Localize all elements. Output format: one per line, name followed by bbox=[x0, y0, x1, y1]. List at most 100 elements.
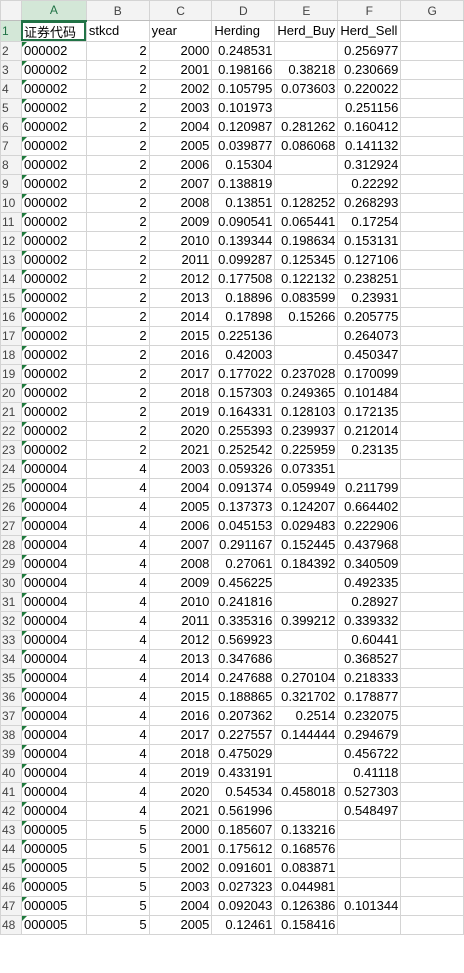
cell-e[interactable]: 0.086068 bbox=[274, 135, 339, 156]
cell-d[interactable]: 0.137373 bbox=[211, 496, 276, 517]
cell-c[interactable]: 2003 bbox=[148, 876, 213, 897]
cell-a[interactable]: 000002 bbox=[20, 154, 87, 175]
cell-a[interactable]: 000004 bbox=[20, 458, 87, 479]
cell-a[interactable]: 000002 bbox=[20, 230, 87, 251]
cell-e[interactable]: 0.2514 bbox=[274, 705, 339, 726]
cell-c[interactable]: 2010 bbox=[148, 230, 213, 251]
cell-b[interactable]: 2 bbox=[85, 287, 150, 308]
cell-b[interactable]: 4 bbox=[85, 743, 150, 764]
cell-d[interactable]: 0.177022 bbox=[211, 363, 276, 384]
row-header[interactable]: 31 bbox=[0, 591, 22, 612]
cell-a[interactable]: 000002 bbox=[20, 268, 87, 289]
cell-d[interactable]: 0.185607 bbox=[211, 819, 276, 840]
cell-e[interactable]: 0.184392 bbox=[274, 553, 339, 574]
cell-g[interactable] bbox=[400, 173, 464, 194]
cell-a[interactable]: 000002 bbox=[20, 344, 87, 365]
row-header[interactable]: 47 bbox=[0, 895, 22, 916]
cell-e[interactable]: 0.321702 bbox=[274, 686, 339, 707]
cell-c[interactable]: 2015 bbox=[148, 686, 213, 707]
cell-c[interactable]: 2018 bbox=[148, 743, 213, 764]
cell-b[interactable]: 2 bbox=[85, 363, 150, 384]
cell-e[interactable] bbox=[274, 572, 339, 593]
row-header[interactable]: 37 bbox=[0, 705, 22, 726]
cell-g[interactable] bbox=[400, 325, 464, 346]
cell-g[interactable] bbox=[400, 363, 464, 384]
cell-d[interactable]: 0.198166 bbox=[211, 59, 276, 80]
cell-e[interactable]: 0.029483 bbox=[274, 515, 339, 536]
cell-a[interactable]: 000004 bbox=[20, 762, 87, 783]
cell-b[interactable]: 4 bbox=[85, 648, 150, 669]
cell-g[interactable] bbox=[400, 268, 464, 289]
cell-a[interactable]: 000002 bbox=[20, 325, 87, 346]
row-header[interactable]: 4 bbox=[0, 78, 22, 99]
cell-e[interactable] bbox=[274, 591, 339, 612]
cell-d[interactable]: 0.092043 bbox=[211, 895, 276, 916]
row-header[interactable]: 16 bbox=[0, 306, 22, 327]
cell-c[interactable]: 2011 bbox=[148, 610, 213, 631]
cell-g[interactable] bbox=[400, 553, 464, 574]
cell-d[interactable]: 0.347686 bbox=[211, 648, 276, 669]
cell-b[interactable]: 4 bbox=[85, 667, 150, 688]
cell-g[interactable] bbox=[400, 857, 464, 878]
cell-g[interactable] bbox=[400, 781, 464, 802]
cell-c[interactable]: 2002 bbox=[148, 78, 213, 99]
cell-c[interactable]: 2005 bbox=[148, 135, 213, 156]
cell-c[interactable]: 2004 bbox=[148, 895, 213, 916]
row-header[interactable]: 30 bbox=[0, 572, 22, 593]
cell-e1[interactable]: Herd_Buy bbox=[274, 20, 339, 42]
cell-a[interactable]: 000004 bbox=[20, 591, 87, 612]
cell-b[interactable]: 2 bbox=[85, 325, 150, 346]
row-header[interactable]: 5 bbox=[0, 97, 22, 118]
cell-d[interactable]: 0.335316 bbox=[211, 610, 276, 631]
cell-c[interactable]: 2006 bbox=[148, 154, 213, 175]
cell-e[interactable]: 0.158416 bbox=[274, 914, 339, 935]
cell-a[interactable]: 000004 bbox=[20, 800, 87, 821]
cell-e[interactable] bbox=[274, 173, 339, 194]
cell-a[interactable]: 000002 bbox=[20, 59, 87, 80]
cell-b[interactable]: 5 bbox=[85, 857, 150, 878]
cell-f[interactable]: 0.268293 bbox=[337, 192, 402, 213]
cell-g[interactable] bbox=[400, 439, 464, 460]
cell-a[interactable]: 000002 bbox=[20, 382, 87, 403]
cell-d[interactable]: 0.090541 bbox=[211, 211, 276, 232]
cell-e[interactable]: 0.458018 bbox=[274, 781, 339, 802]
cell-e[interactable]: 0.237028 bbox=[274, 363, 339, 384]
cell-d[interactable]: 0.255393 bbox=[211, 420, 276, 441]
row-header[interactable]: 36 bbox=[0, 686, 22, 707]
row-header[interactable]: 40 bbox=[0, 762, 22, 783]
cell-f[interactable]: 0.220022 bbox=[337, 78, 402, 99]
cell-c[interactable]: 2015 bbox=[148, 325, 213, 346]
cell-f[interactable]: 0.664402 bbox=[337, 496, 402, 517]
cell-d[interactable]: 0.252542 bbox=[211, 439, 276, 460]
cell-c[interactable]: 2001 bbox=[148, 59, 213, 80]
cell-g[interactable] bbox=[400, 800, 464, 821]
cell-d[interactable]: 0.039877 bbox=[211, 135, 276, 156]
cell-b[interactable]: 2 bbox=[85, 211, 150, 232]
cell-a[interactable]: 000004 bbox=[20, 743, 87, 764]
cell-a[interactable]: 000004 bbox=[20, 477, 87, 498]
cell-e[interactable] bbox=[274, 344, 339, 365]
cell-c[interactable]: 2003 bbox=[148, 97, 213, 118]
cell-f[interactable]: 0.230669 bbox=[337, 59, 402, 80]
cell-f[interactable]: 0.172135 bbox=[337, 401, 402, 422]
cell-c[interactable]: 2020 bbox=[148, 420, 213, 441]
cell-c[interactable]: 2005 bbox=[148, 914, 213, 935]
cell-b[interactable]: 5 bbox=[85, 895, 150, 916]
cell-e[interactable]: 0.122132 bbox=[274, 268, 339, 289]
cell-c[interactable]: 2017 bbox=[148, 363, 213, 384]
row-header[interactable]: 32 bbox=[0, 610, 22, 631]
cell-b[interactable]: 4 bbox=[85, 629, 150, 650]
cell-f[interactable]: 0.178877 bbox=[337, 686, 402, 707]
cell-c[interactable]: 2001 bbox=[148, 838, 213, 859]
cell-b[interactable]: 4 bbox=[85, 724, 150, 745]
cell-f[interactable]: 0.368527 bbox=[337, 648, 402, 669]
cell-d[interactable]: 0.045153 bbox=[211, 515, 276, 536]
cell-a[interactable]: 000002 bbox=[20, 420, 87, 441]
row-header[interactable]: 45 bbox=[0, 857, 22, 878]
cell-g[interactable] bbox=[400, 705, 464, 726]
cell-f[interactable]: 0.212014 bbox=[337, 420, 402, 441]
cell-d[interactable]: 0.17898 bbox=[211, 306, 276, 327]
cell-d[interactable]: 0.091601 bbox=[211, 857, 276, 878]
cell-e[interactable]: 0.044981 bbox=[274, 876, 339, 897]
row-header[interactable]: 7 bbox=[0, 135, 22, 156]
